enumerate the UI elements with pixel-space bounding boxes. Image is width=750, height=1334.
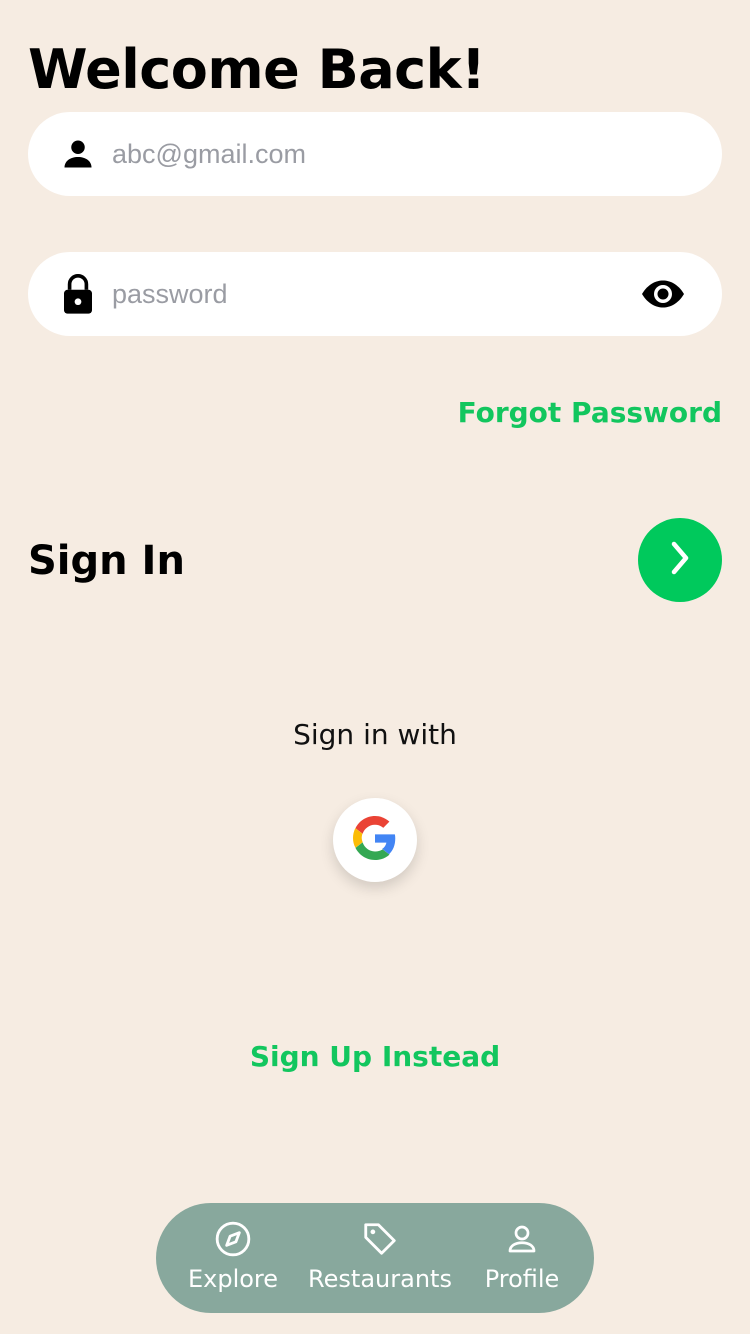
sign-in-with-label: Sign in with xyxy=(293,718,457,751)
sign-in-label: Sign In xyxy=(28,538,185,584)
tab-explore[interactable]: Explore xyxy=(188,1203,278,1313)
tab-profile-label: Profile xyxy=(484,1265,560,1293)
google-sign-in-button[interactable] xyxy=(333,798,417,882)
email-input[interactable] xyxy=(112,112,632,196)
tab-explore-label: Explore xyxy=(187,1265,279,1293)
tab-profile[interactable]: Profile xyxy=(482,1203,562,1313)
page-title: Welcome Back! xyxy=(28,38,486,101)
person-outline-icon xyxy=(502,1219,542,1259)
compass-icon xyxy=(213,1219,253,1259)
email-field-container[interactable] xyxy=(28,112,722,196)
eye-icon[interactable] xyxy=(640,277,686,311)
password-field-container[interactable] xyxy=(28,252,722,336)
chevron-right-icon xyxy=(666,540,694,580)
password-input[interactable] xyxy=(112,252,632,336)
sign-up-link[interactable]: Sign Up Instead xyxy=(0,1040,750,1073)
tag-icon xyxy=(360,1219,400,1259)
tab-restaurants[interactable]: Restaurants xyxy=(308,1203,452,1313)
person-icon xyxy=(58,134,98,174)
lock-icon xyxy=(58,274,98,314)
google-icon xyxy=(352,816,397,864)
bottom-tab-bar: Explore Restaurants Profile xyxy=(156,1203,594,1313)
tab-restaurants-label: Restaurants xyxy=(308,1265,452,1293)
forgot-password-link[interactable]: Forgot Password xyxy=(458,396,722,429)
sign-in-button[interactable] xyxy=(638,518,722,602)
sign-in-screen: Welcome Back! Forgot Password Sign In Si… xyxy=(0,0,750,1334)
